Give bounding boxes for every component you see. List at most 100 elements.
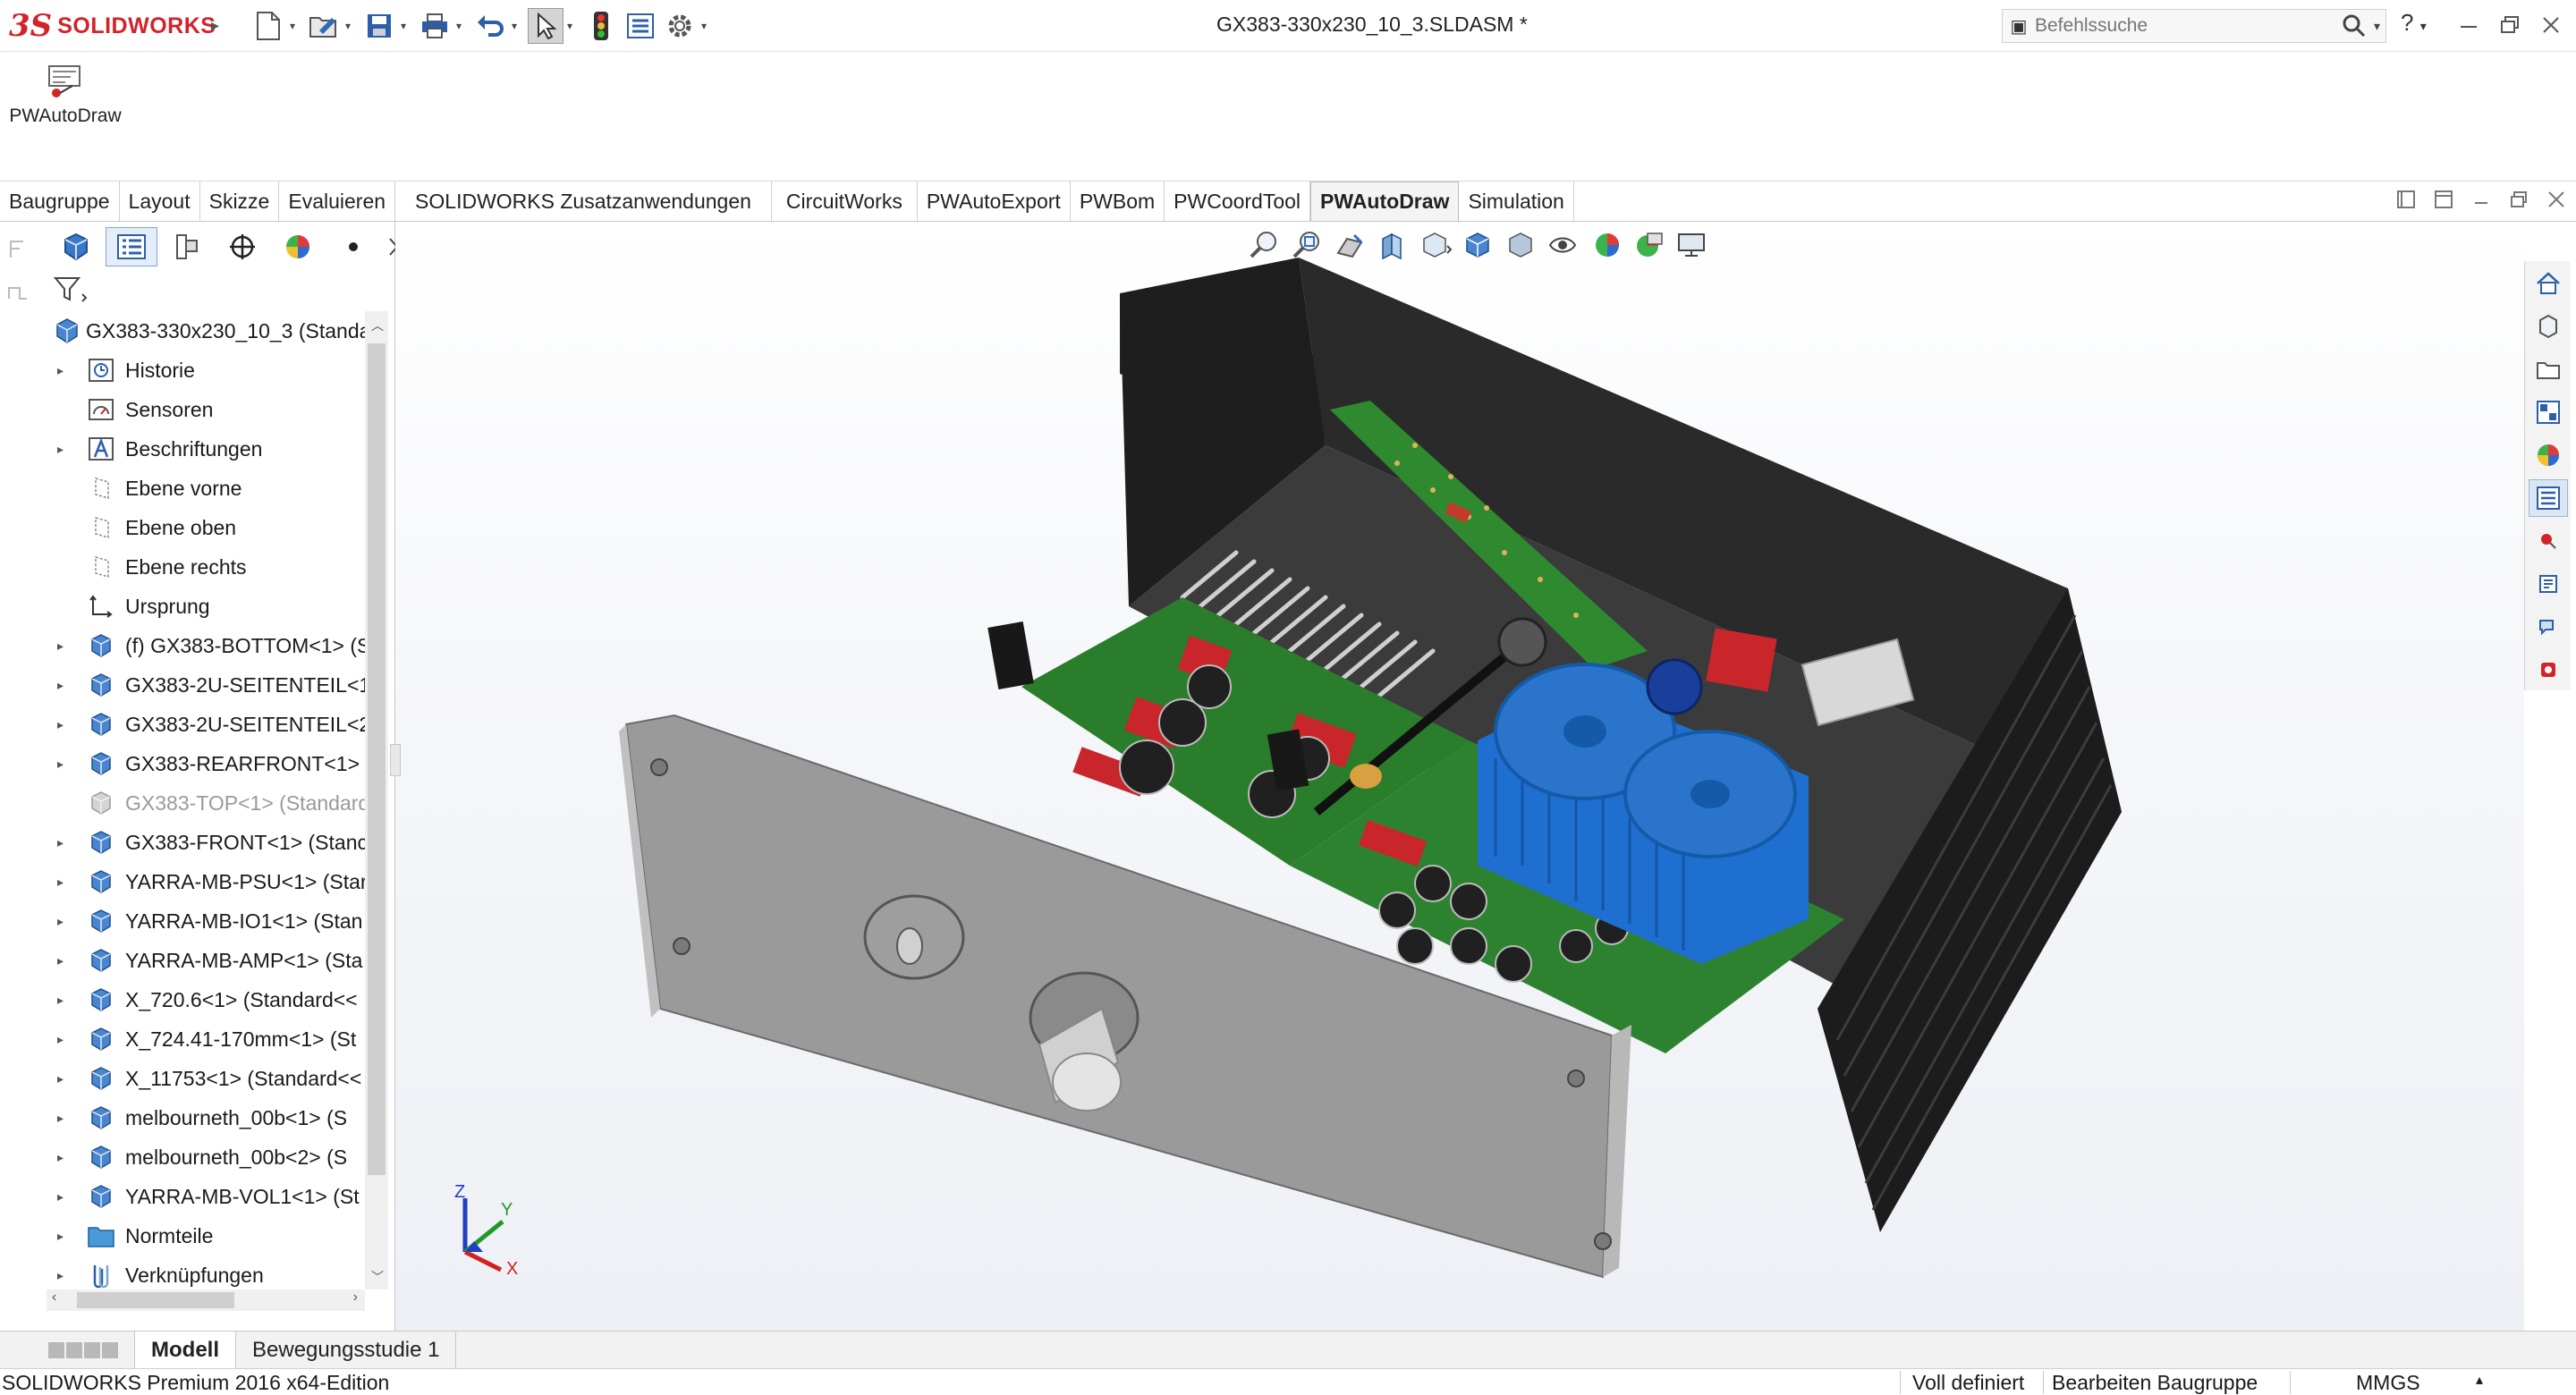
help-resources-icon[interactable] bbox=[2529, 608, 2568, 646]
tree-item[interactable]: Ursprung bbox=[47, 587, 379, 626]
tab-zusatzanwendungen[interactable]: SOLIDWORKS Zusatzanwendungen bbox=[395, 182, 772, 221]
tree-item[interactable]: GX383-TOP<1> (Standard bbox=[47, 783, 379, 823]
tab-circuitworks[interactable]: CircuitWorks bbox=[772, 182, 918, 221]
print-icon[interactable] bbox=[417, 8, 453, 44]
tree-root-assembly[interactable]: GX383-330x230_10_3 (Standard bbox=[47, 311, 379, 351]
undo-dropdown-icon[interactable]: ▾ bbox=[512, 20, 524, 32]
tree-item[interactable]: ▸ Historie bbox=[47, 351, 379, 390]
select-cursor-icon[interactable] bbox=[528, 8, 564, 44]
tree-item[interactable]: Ebene oben bbox=[47, 508, 379, 547]
tree-item[interactable]: ▸ X_720.6<1> (Standard<< bbox=[47, 980, 379, 1019]
pwautodraw-button[interactable]: PWAutoDraw bbox=[7, 61, 123, 141]
tab-pwautoexport[interactable]: PWAutoExport bbox=[918, 182, 1071, 221]
tab-pwbom[interactable]: PWBom bbox=[1071, 182, 1165, 221]
expand-arrow-icon[interactable]: ▸ bbox=[57, 1150, 72, 1165]
open-folder-icon[interactable] bbox=[306, 8, 342, 44]
tree-horizontal-scrollbar[interactable]: ‹ › bbox=[47, 1289, 365, 1311]
view-palette-icon[interactable] bbox=[2529, 393, 2568, 431]
expand-arrow-icon[interactable]: ▸ bbox=[57, 757, 72, 772]
tree-item[interactable]: ▸ X_11753<1> (Standard<< bbox=[47, 1059, 379, 1098]
command-search-input[interactable] bbox=[2035, 15, 2334, 37]
expand-arrow-icon[interactable]: ▸ bbox=[57, 914, 72, 929]
expand-arrow-icon[interactable]: ▸ bbox=[57, 1268, 72, 1283]
new-document-icon[interactable] bbox=[250, 8, 286, 44]
file-explorer-icon[interactable] bbox=[2529, 351, 2568, 388]
tree-item[interactable]: Ebene vorne bbox=[47, 469, 379, 508]
display-pane-icon[interactable] bbox=[50, 227, 102, 266]
expand-arrow-icon[interactable]: ▸ bbox=[57, 363, 72, 378]
expand-arrow-icon[interactable]: ▸ bbox=[57, 1032, 72, 1047]
scroll-down-icon[interactable]: ﹀ bbox=[371, 1268, 384, 1286]
scroll-up-icon[interactable]: ︿ bbox=[371, 317, 384, 334]
tab-pwcoordtool[interactable]: PWCoordTool bbox=[1165, 182, 1311, 221]
tree-item[interactable]: ▸ (f) GX383-BOTTOM<1> (S bbox=[47, 626, 379, 665]
search-scope-icon[interactable]: ▣ bbox=[2003, 15, 2035, 38]
expand-arrow-icon[interactable]: ▸ bbox=[57, 1111, 72, 1126]
units-dropdown-icon[interactable]: ▴ bbox=[2476, 1371, 2483, 1389]
tree-item[interactable]: ▸ melbourneth_00b<2> (S bbox=[47, 1137, 379, 1177]
tree-filter[interactable] bbox=[52, 270, 88, 309]
tab-modell[interactable]: Modell bbox=[134, 1332, 236, 1368]
expand-arrow-icon[interactable]: ▸ bbox=[57, 1229, 72, 1244]
expand-arrow-icon[interactable]: ▸ bbox=[57, 678, 72, 693]
tree-item[interactable]: ▸ GX383-2U-SEITENTEIL<1: bbox=[47, 665, 379, 705]
tab-simulation[interactable]: Simulation bbox=[1459, 182, 1574, 221]
tree-item[interactable]: Ebene rechts bbox=[47, 547, 379, 587]
design-library-icon[interactable] bbox=[2529, 308, 2568, 345]
tab-bewegungsstudie[interactable]: Bewegungsstudie 1 bbox=[236, 1332, 457, 1368]
appearance-manager-icon[interactable] bbox=[272, 227, 324, 266]
options-gear-icon[interactable] bbox=[662, 8, 698, 44]
tree-item[interactable]: ▸ YARRA-MB-VOL1<1> (St bbox=[47, 1177, 379, 1216]
last-tab-icon[interactable] bbox=[102, 1341, 118, 1358]
expand-arrow-icon[interactable]: ▸ bbox=[57, 993, 72, 1008]
tile-vertical-icon[interactable] bbox=[2433, 189, 2454, 215]
addin-tool-icon[interactable] bbox=[2529, 651, 2568, 689]
flyout-tree-icon[interactable] bbox=[0, 222, 36, 311]
expand-arrow-icon[interactable]: ▸ bbox=[57, 1071, 72, 1086]
new-dropdown-icon[interactable]: ▾ bbox=[290, 20, 302, 32]
restore-window-icon[interactable] bbox=[2492, 7, 2528, 43]
expand-arrow-icon[interactable]: ▸ bbox=[57, 875, 72, 890]
tree-item[interactable]: ▸ YARRA-MB-AMP<1> (Sta bbox=[47, 941, 379, 980]
help-button[interactable]: ? ▾ bbox=[2401, 9, 2427, 37]
expand-arrow-icon[interactable]: ▸ bbox=[57, 442, 72, 457]
expand-arrow-icon[interactable]: ▸ bbox=[57, 638, 72, 654]
status-units[interactable]: MMGS bbox=[2356, 1371, 2420, 1395]
tree-item[interactable]: ▸ GX383-2U-SEITENTEIL<2: bbox=[47, 705, 379, 744]
command-search-box[interactable]: ▣ ▾ bbox=[2002, 9, 2386, 43]
close-window-icon[interactable] bbox=[2533, 7, 2569, 43]
graphics-area[interactable] bbox=[395, 222, 2524, 1331]
enclosure-3d-model[interactable] bbox=[395, 222, 2524, 1331]
tab-layout[interactable]: Layout bbox=[120, 182, 200, 221]
save-icon[interactable] bbox=[361, 8, 397, 44]
tab-pwautodraw[interactable]: PWAutoDraw bbox=[1310, 182, 1460, 221]
help-dropdown-icon[interactable]: ▾ bbox=[2420, 19, 2427, 33]
property-manager-icon[interactable] bbox=[161, 227, 213, 266]
tree-item[interactable]: ▸ GX383-REARFRONT<1> ( bbox=[47, 744, 379, 783]
tree-item[interactable]: ▸ melbourneth_00b<1> (S bbox=[47, 1098, 379, 1137]
scroll-right-icon[interactable]: › bbox=[353, 1289, 358, 1306]
rebuild-traffic-light-icon[interactable] bbox=[583, 8, 619, 44]
configuration-manager-icon[interactable] bbox=[216, 227, 268, 266]
tree-item[interactable]: ▸ X_724.41-170mm<1> (St bbox=[47, 1019, 379, 1059]
tab-baugruppe[interactable]: Baugruppe bbox=[0, 182, 120, 221]
resources-icon[interactable] bbox=[2529, 565, 2568, 603]
logo-menu-arrow-icon[interactable]: ▸ bbox=[211, 16, 219, 35]
expand-arrow-icon[interactable]: ▸ bbox=[57, 835, 72, 850]
doc-restore-icon[interactable] bbox=[2508, 189, 2529, 215]
solidworks-forum-icon[interactable] bbox=[2529, 522, 2568, 560]
custom-properties-icon[interactable] bbox=[2528, 479, 2568, 517]
tree-item[interactable]: Sensoren bbox=[47, 390, 379, 429]
cam-manager-icon[interactable] bbox=[327, 227, 379, 266]
tab-skizze[interactable]: Skizze bbox=[200, 182, 280, 221]
next-tab-icon[interactable] bbox=[84, 1341, 100, 1358]
expand-arrow-icon[interactable]: ▸ bbox=[57, 717, 72, 732]
home-icon[interactable] bbox=[2529, 265, 2568, 302]
search-dropdown-icon[interactable]: ▾ bbox=[2374, 19, 2385, 34]
tree-item[interactable]: ▸ YARRA-MB-IO1<1> (Stan bbox=[47, 901, 379, 941]
doc-minimize-icon[interactable] bbox=[2470, 189, 2492, 215]
prev-tab-icon[interactable] bbox=[66, 1341, 82, 1358]
minimize-window-icon[interactable] bbox=[2451, 7, 2487, 43]
tree-vertical-scroll-thumb[interactable] bbox=[368, 343, 386, 1175]
tree-vertical-scrollbar[interactable]: ︿ ﹀ bbox=[365, 311, 388, 1289]
